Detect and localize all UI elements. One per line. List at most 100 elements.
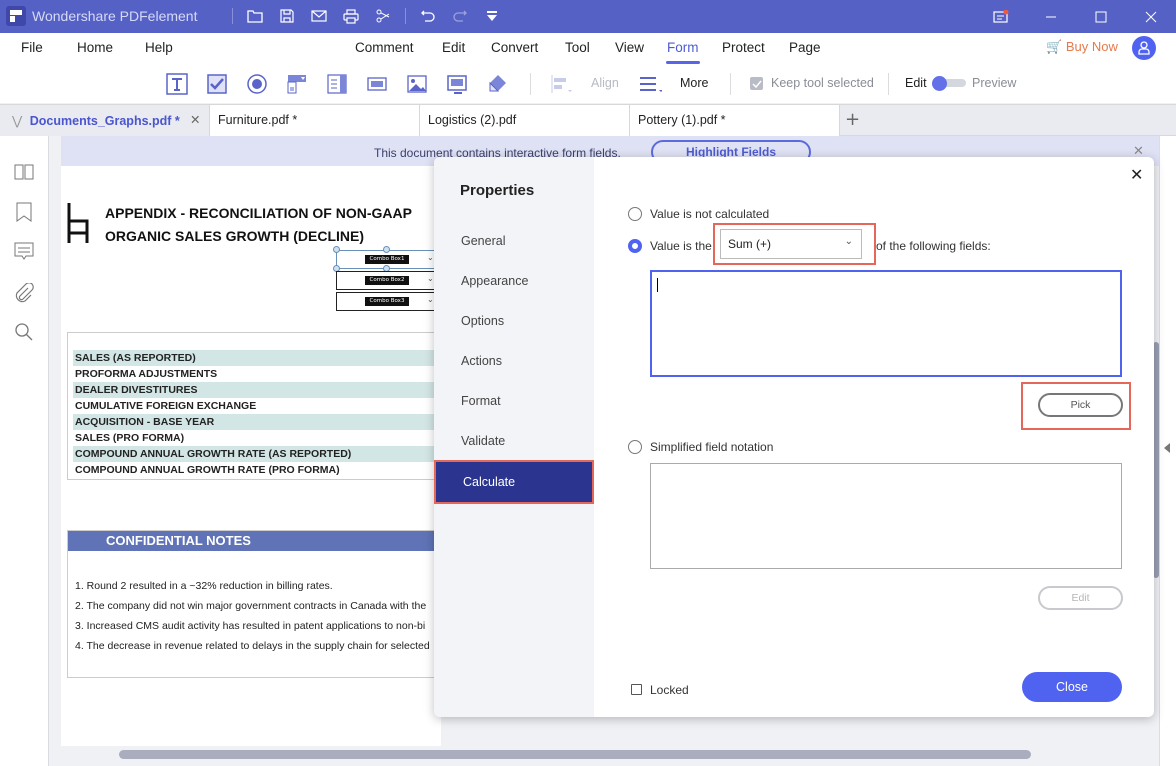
fields-list-input[interactable] <box>650 270 1122 377</box>
tab-logistics[interactable]: Logistics (2).pdf <box>420 105 630 136</box>
print-icon[interactable] <box>335 4 367 28</box>
menu-edit[interactable]: Edit <box>442 40 465 55</box>
close-window-icon[interactable] <box>1126 0 1176 33</box>
menu-file[interactable]: File <box>21 40 43 55</box>
menu-tool[interactable]: Tool <box>565 40 590 55</box>
nav-appearance[interactable]: Appearance <box>434 261 594 301</box>
resize-handle[interactable] <box>383 246 390 253</box>
simplified-notation-input[interactable] <box>650 463 1122 569</box>
menu-help[interactable]: Help <box>145 40 173 55</box>
signature-field-tool-icon[interactable] <box>445 72 469 96</box>
simplified-notation-label: Simplified field notation <box>650 440 774 454</box>
undo-icon[interactable] <box>412 4 444 28</box>
dialog-title: Properties <box>460 182 535 199</box>
notifications-icon[interactable] <box>976 0 1026 33</box>
align-label[interactable]: Align <box>591 76 619 90</box>
nav-validate[interactable]: Validate <box>434 421 594 461</box>
table-row: COMPOUND ANNUAL GROWTH RATE (AS REPORTED… <box>73 446 441 462</box>
quick-access-dropdown-icon[interactable] <box>476 4 508 28</box>
menu-convert[interactable]: Convert <box>491 40 538 55</box>
save-icon[interactable] <box>271 4 303 28</box>
more-label[interactable]: More <box>680 76 708 90</box>
user-avatar[interactable] <box>1132 36 1156 60</box>
nav-general[interactable]: General <box>434 221 594 261</box>
search-icon[interactable] <box>13 321 35 343</box>
expand-right-panel-arrow-icon[interactable] <box>1164 443 1170 453</box>
table-row: CUMULATIVE FOREIGN EXCHANGE <box>75 400 257 412</box>
menu-home[interactable]: Home <box>77 40 113 55</box>
locked-checkbox[interactable] <box>631 684 642 695</box>
document-title-line1: APPENDIX - RECONCILIATION OF NON-GAAP <box>105 205 412 221</box>
edit-mode-label: Edit <box>905 76 927 90</box>
radio-simplified-notation[interactable] <box>628 440 642 454</box>
nav-actions[interactable]: Actions <box>434 341 594 381</box>
comments-icon[interactable] <box>13 241 35 263</box>
radio-not-calculated[interactable] <box>628 207 642 221</box>
tab-pottery[interactable]: Pottery (1).pdf * <box>630 105 840 136</box>
edit-notation-button[interactable]: Edit <box>1038 586 1123 610</box>
cut-icon[interactable] <box>367 4 399 28</box>
radio-button-tool-icon[interactable] <box>245 72 269 96</box>
thumbnails-icon[interactable] <box>13 161 35 183</box>
menu-protect[interactable]: Protect <box>722 40 765 55</box>
close-button[interactable]: Close <box>1022 672 1122 702</box>
menu-view[interactable]: View <box>615 40 644 55</box>
divider <box>730 73 731 95</box>
divider <box>530 73 531 95</box>
menu-page[interactable]: Page <box>789 40 821 55</box>
menu-form[interactable]: Form <box>666 40 699 64</box>
bookmark-icon[interactable] <box>13 201 35 223</box>
table-row: SALES (PRO FORMA) <box>75 432 185 444</box>
maximize-icon[interactable] <box>1076 0 1126 33</box>
value-is-the-label: Value is the <box>650 239 712 253</box>
checkbox-tool-icon[interactable] <box>205 72 229 96</box>
buy-now-link[interactable]: 🛒 Buy Now <box>1046 39 1118 55</box>
operation-select[interactable]: Sum (+) ⌄ <box>720 229 862 259</box>
resize-handle[interactable] <box>333 246 340 253</box>
table-row: SALES (AS REPORTED) <box>73 350 441 366</box>
tab-documents-graphs[interactable]: ⋁ Documents_Graphs.pdf * ✕ <box>0 105 210 136</box>
form-toolbar: Align More Keep tool selected Edit Previ… <box>0 65 1176 103</box>
more-distribute-icon[interactable] <box>638 72 662 96</box>
chevron-down-icon: ⌄ <box>427 253 434 262</box>
table-row: ACQUISITION - BASE YEAR <box>73 414 441 430</box>
close-tab-icon[interactable]: ✕ <box>190 112 200 127</box>
tab-furniture[interactable]: Furniture.pdf * <box>210 105 420 136</box>
chevron-down-icon: ⌄ <box>427 295 434 304</box>
horizontal-scrollbar[interactable] <box>119 750 1031 759</box>
tab-label: Documents_Graphs.pdf * <box>29 114 180 128</box>
image-field-tool-icon[interactable] <box>405 72 429 96</box>
pick-button[interactable]: Pick <box>1038 393 1123 417</box>
minimize-icon[interactable] <box>1026 0 1076 33</box>
operation-select-value: Sum (+) <box>728 237 772 251</box>
attachment-icon[interactable] <box>13 282 35 304</box>
eraser-tool-icon[interactable] <box>485 72 509 96</box>
keep-tool-selected-checkbox[interactable] <box>745 72 769 96</box>
nav-format[interactable]: Format <box>434 381 594 421</box>
app-logo-icon <box>6 6 26 26</box>
button-tool-icon[interactable] <box>365 72 389 96</box>
align-icon[interactable] <box>550 72 574 96</box>
chair-logo-icon <box>66 203 90 247</box>
close-dialog-icon[interactable]: ✕ <box>1130 165 1143 184</box>
tab-list-chevron-icon[interactable]: ⋁ <box>12 114 22 128</box>
list-box-tool-icon[interactable] <box>325 72 349 96</box>
radio-value-is-the[interactable] <box>628 239 642 253</box>
combo-box-field-2[interactable]: Combo Box2 ⌄ <box>336 271 440 290</box>
cart-icon: 🛒 <box>1046 39 1063 54</box>
redo-icon[interactable] <box>444 4 476 28</box>
open-folder-icon[interactable] <box>239 4 271 28</box>
table-row: COMPOUND ANNUAL GROWTH RATE (PRO FORMA) <box>75 464 340 476</box>
email-icon[interactable] <box>303 4 335 28</box>
combo-box-field-3[interactable]: Combo Box3 ⌄ <box>336 292 440 311</box>
text-field-tool-icon[interactable] <box>165 72 189 96</box>
new-tab-icon[interactable]: + <box>845 109 860 130</box>
edit-preview-toggle[interactable] <box>932 76 966 91</box>
menu-bar: File Home Help Comment Edit Convert Tool… <box>0 33 1176 65</box>
nav-calculate[interactable]: Calculate <box>434 460 594 504</box>
nav-options[interactable]: Options <box>434 301 594 341</box>
combo-box-tool-icon[interactable] <box>285 72 309 96</box>
menu-comment[interactable]: Comment <box>355 40 414 55</box>
combo-box-label: Combo Box1 <box>365 255 409 264</box>
reconciliation-table: SALES (AS REPORTED) PROFORMA ADJUSTMENTS… <box>67 332 441 480</box>
